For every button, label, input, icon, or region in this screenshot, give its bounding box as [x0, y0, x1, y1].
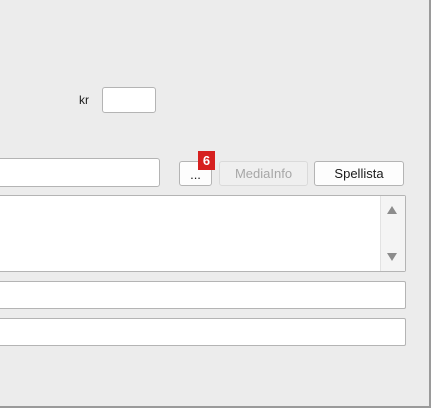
currency-label: kr	[79, 93, 89, 107]
file-path-input[interactable]	[0, 158, 160, 187]
dialog-window: kr ... 6 MediaInfo Spellista	[0, 0, 431, 408]
scroll-down-arrow-icon[interactable]	[387, 253, 397, 261]
annotation-badge: 6	[198, 151, 215, 170]
textarea-scrollbar[interactable]	[380, 196, 405, 271]
price-input[interactable]	[102, 87, 156, 113]
spellista-button[interactable]: Spellista	[314, 161, 404, 186]
mediainfo-button[interactable]: MediaInfo	[219, 161, 308, 186]
scroll-up-arrow-icon[interactable]	[387, 206, 397, 214]
text-field-1[interactable]	[0, 281, 406, 309]
text-field-2[interactable]	[0, 318, 406, 346]
description-textarea[interactable]	[0, 195, 406, 272]
